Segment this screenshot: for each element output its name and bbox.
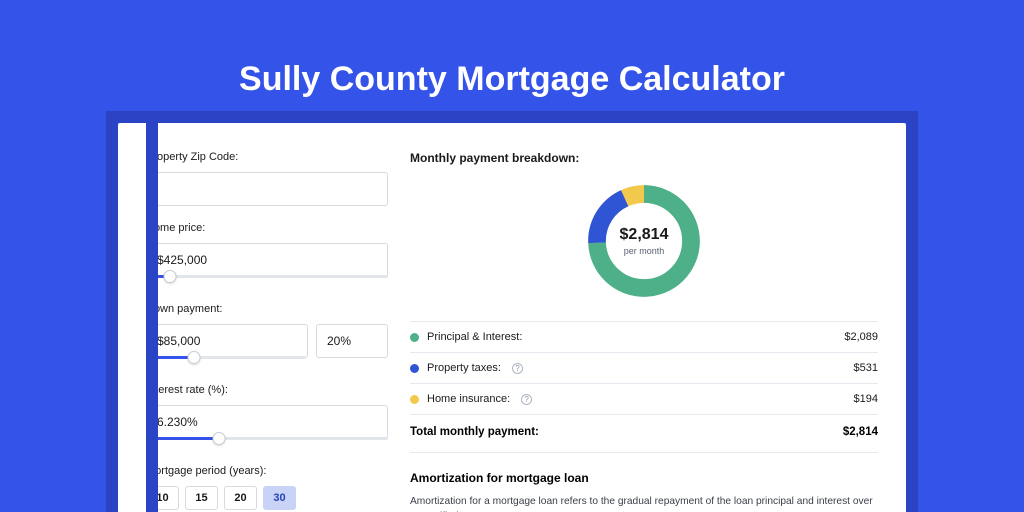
- legend-value: $2,089: [844, 331, 878, 343]
- total-label: Total monthly payment:: [410, 426, 539, 438]
- breakdown-column: Monthly payment breakdown: $2,814 per mo…: [410, 151, 878, 512]
- home-price-input[interactable]: [146, 243, 388, 277]
- down-payment-label: Down payment:: [146, 303, 388, 315]
- page-title: Sully County Mortgage Calculator: [0, 0, 1024, 123]
- dot-icon: [410, 333, 419, 342]
- info-icon[interactable]: ?: [512, 363, 523, 374]
- dot-icon: [410, 364, 419, 373]
- total-row: Total monthly payment: $2,814: [410, 415, 878, 452]
- donut-wrap: $2,814 per month: [410, 179, 878, 303]
- decor-strip-right: [906, 111, 918, 512]
- slider-thumb[interactable]: [164, 270, 177, 283]
- zip-input[interactable]: [146, 172, 388, 206]
- inputs-column: Property Zip Code: Home price: Down paym…: [146, 151, 388, 512]
- down-payment-input[interactable]: [146, 324, 308, 358]
- calculator-card: Property Zip Code: Home price: Down paym…: [118, 123, 906, 512]
- info-icon[interactable]: ?: [521, 394, 532, 405]
- home-price-slider[interactable]: [146, 275, 388, 287]
- home-price-label: Home price:: [146, 222, 388, 234]
- interest-rate-label: Interest rate (%):: [146, 384, 388, 396]
- period-options: 10 15 20 30: [146, 486, 388, 510]
- interest-rate-input[interactable]: [146, 405, 388, 439]
- amortization-text: Amortization for a mortgage loan refers …: [410, 495, 878, 512]
- dot-icon: [410, 395, 419, 404]
- legend-value: $194: [854, 393, 878, 405]
- legend-row-insurance: Home insurance: ? $194: [410, 384, 878, 414]
- period-field: Mortgage period (years): 10 15 20 30: [146, 465, 388, 510]
- zip-label: Property Zip Code:: [146, 151, 388, 163]
- slider-thumb[interactable]: [212, 432, 225, 445]
- decor-strip-left: [106, 111, 118, 512]
- slider-track: [146, 275, 388, 278]
- legend-label: Principal & Interest:: [427, 331, 522, 343]
- period-option-15[interactable]: 15: [185, 486, 218, 510]
- divider: [410, 452, 878, 453]
- legend-value: $531: [854, 362, 878, 374]
- breakdown-title: Monthly payment breakdown:: [410, 151, 878, 165]
- legend-label: Property taxes:: [427, 362, 501, 374]
- down-payment-field: Down payment:: [146, 303, 388, 368]
- period-option-30[interactable]: 30: [263, 486, 296, 510]
- legend-row-taxes: Property taxes: ? $531: [410, 353, 878, 383]
- donut-center: $2,814 per month: [582, 179, 706, 303]
- interest-rate-field: Interest rate (%):: [146, 384, 388, 449]
- total-value: $2,814: [843, 426, 878, 438]
- amortization-title: Amortization for mortgage loan: [410, 471, 878, 485]
- donut-chart: $2,814 per month: [582, 179, 706, 303]
- donut-sub: per month: [624, 246, 665, 256]
- period-label: Mortgage period (years):: [146, 465, 388, 477]
- legend-row-principal: Principal & Interest: $2,089: [410, 322, 878, 352]
- down-payment-pct-input[interactable]: [316, 324, 388, 358]
- period-option-10[interactable]: 10: [146, 486, 179, 510]
- slider-thumb[interactable]: [188, 351, 201, 364]
- down-payment-slider[interactable]: [146, 356, 306, 368]
- interest-rate-slider[interactable]: [146, 437, 388, 449]
- legend-label: Home insurance:: [427, 393, 510, 405]
- zip-field: Property Zip Code:: [146, 151, 388, 206]
- period-option-20[interactable]: 20: [224, 486, 257, 510]
- home-price-field: Home price:: [146, 222, 388, 287]
- donut-amount: $2,814: [620, 226, 669, 244]
- slider-fill: [146, 437, 219, 440]
